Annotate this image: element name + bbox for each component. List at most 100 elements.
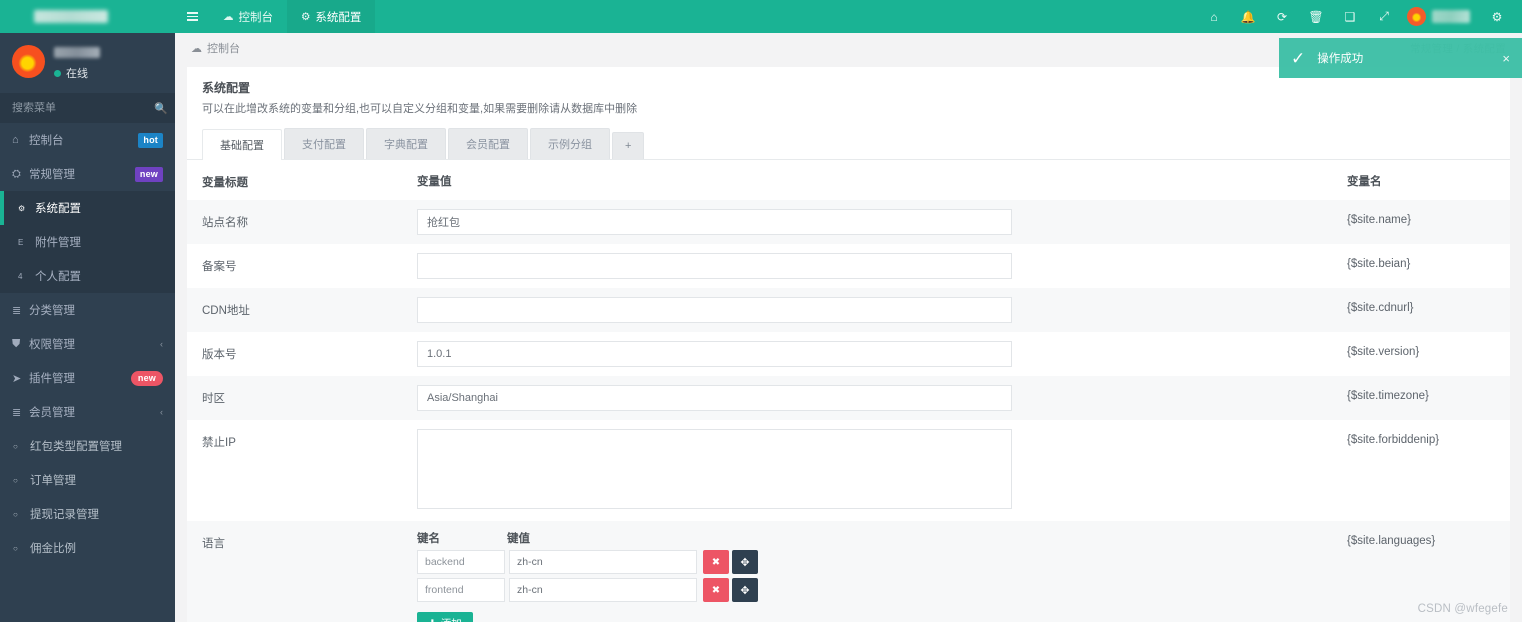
language-value-input-0[interactable] bbox=[509, 550, 697, 574]
delete-row-button-0[interactable]: ✖ bbox=[703, 550, 729, 574]
move-row-button-0[interactable]: ✥ bbox=[732, 550, 758, 574]
sidebar-item-11[interactable]: ○提现记录管理 bbox=[0, 497, 175, 531]
sidebar-item-12[interactable]: ○佣金比例 bbox=[0, 531, 175, 565]
sidebar-item-label: 个人配置 bbox=[35, 268, 163, 284]
sidebar-badge-hot: hot bbox=[138, 133, 163, 148]
delete-row-button-1[interactable]: ✖ bbox=[703, 578, 729, 602]
table-row: CDN地址{$site.cdnurl} bbox=[187, 288, 1510, 332]
sidebar-item-5[interactable]: ≣分类管理 bbox=[0, 293, 175, 327]
plus-icon: ✚ bbox=[428, 618, 437, 622]
sidebar-item-7[interactable]: ➤插件管理new bbox=[0, 361, 175, 395]
config-group-tabs: 基础配置支付配置字典配置会员配置示例分组+ bbox=[187, 122, 1510, 160]
sidebar-profile[interactable]: 在线 bbox=[0, 33, 175, 91]
table-header-row: 变量标题 变量值 变量名 bbox=[187, 160, 1510, 200]
table-header: 变量标题 变量值 变量名 bbox=[187, 160, 1510, 200]
sidebar-item-6[interactable]: ⛊权限管理‹ bbox=[0, 327, 175, 361]
watermark: CSDN @wfegefe bbox=[1418, 603, 1508, 615]
sidebar-item-8[interactable]: ≣会员管理‹ bbox=[0, 395, 175, 429]
hamburger-menu-icon bbox=[187, 12, 198, 21]
home-icon[interactable]: ⌂ bbox=[1197, 0, 1231, 33]
profile-name-blurred bbox=[54, 47, 100, 58]
config-tab-1[interactable]: 支付配置 bbox=[284, 128, 364, 159]
dashboard-icon: ☁ bbox=[191, 42, 202, 55]
config-tab-4[interactable]: 示例分组 bbox=[530, 128, 610, 159]
gear-icon: ⚙ bbox=[301, 11, 310, 23]
field-4[interactable] bbox=[417, 385, 1012, 411]
trash-icon[interactable]: 🗑 bbox=[1299, 0, 1333, 33]
settings-gear-icon[interactable]: ⚙ bbox=[1480, 0, 1514, 33]
move-icon: ✥ bbox=[740, 556, 749, 569]
sidebar-item-label: 控制台 bbox=[29, 132, 138, 148]
sidebar-item-2[interactable]: ⚙系统配置 bbox=[0, 191, 175, 225]
chevron-left-icon: ‹ bbox=[160, 407, 163, 417]
header-variable-name: 变量名 bbox=[1332, 160, 1510, 200]
config-tab-2[interactable]: 字典配置 bbox=[366, 128, 446, 159]
nav-tab-console[interactable]: ☁ 控制台 bbox=[209, 0, 287, 33]
fullscreen-icon[interactable]: ⤢ bbox=[1367, 0, 1401, 33]
row-value-cell bbox=[402, 244, 1332, 288]
search-input[interactable] bbox=[12, 102, 154, 114]
profile-avatar[interactable] bbox=[12, 45, 45, 78]
table-row-languages: 语言键名键值✖✥✖✥✚添加{$site.languages} bbox=[187, 521, 1510, 622]
online-dot-icon bbox=[54, 70, 61, 77]
header-variable-title: 变量标题 bbox=[187, 160, 402, 200]
cog-icon: ⚙ bbox=[18, 204, 35, 213]
list-icon: ≣ bbox=[12, 304, 29, 317]
sidebar-menu: ⌂控制台hot⛭常规管理new⚙系统配置὜E附件管理὆4个人配置≣分类管理⛊权限… bbox=[0, 123, 175, 565]
sidebar-item-label: 佣金比例 bbox=[30, 540, 163, 556]
home-icon: ⌂ bbox=[12, 134, 29, 146]
nav-tab-system-config-label: 系统配置 bbox=[315, 9, 361, 25]
sidebar-item-0[interactable]: ⌂控制台hot bbox=[0, 123, 175, 157]
admin-page: ☁ 控制台 ⚙ 系统配置 ⌂ 🔔 ⟳ 🗑 ❑ ⤢ ⚙ bbox=[0, 0, 1522, 622]
search-icon[interactable]: 🔍 bbox=[154, 102, 168, 115]
language-row: ✖✥ bbox=[417, 578, 1317, 602]
profile-status: 在线 bbox=[54, 65, 100, 81]
add-group-tab-button[interactable]: + bbox=[612, 132, 644, 159]
bell-icon[interactable]: 🔔 bbox=[1231, 0, 1265, 33]
page-description: 可以在此增改系统的变量和分组,也可以自定义分组和变量,如果需要删除请从数据库中删… bbox=[202, 100, 1495, 116]
profile-meta: 在线 bbox=[54, 45, 100, 81]
sidebar-item-1[interactable]: ⛭常规管理new bbox=[0, 157, 175, 191]
close-icon[interactable]: × bbox=[1502, 51, 1510, 66]
nav-tab-system-config[interactable]: ⚙ 系统配置 bbox=[287, 0, 375, 33]
sidebar-toggle-button[interactable] bbox=[175, 0, 209, 33]
sidebar-item-4[interactable]: ὆4个人配置 bbox=[0, 259, 175, 293]
add-language-button[interactable]: ✚添加 bbox=[417, 612, 473, 622]
row-variable-name: {$site.beian} bbox=[1332, 244, 1510, 288]
config-tab-0[interactable]: 基础配置 bbox=[202, 129, 282, 160]
sidebar-item-9[interactable]: ○红包类型配置管理 bbox=[0, 429, 175, 463]
move-row-button-1[interactable]: ✥ bbox=[732, 578, 758, 602]
field-5[interactable] bbox=[417, 429, 1012, 509]
language-value-input-1[interactable] bbox=[509, 578, 697, 602]
sidebar-item-3[interactable]: ὜E附件管理 bbox=[0, 225, 175, 259]
sidebar-item-label: 附件管理 bbox=[35, 234, 163, 250]
brand-logo[interactable] bbox=[0, 0, 175, 33]
config-form-table: 变量标题 变量值 变量名 站点名称{$site.name}备案号{$site.b… bbox=[187, 160, 1510, 622]
copy-icon[interactable]: ❑ bbox=[1333, 0, 1367, 33]
refresh-icon[interactable]: ⟳ bbox=[1265, 0, 1299, 33]
kv-value-header: 键值 bbox=[507, 530, 530, 546]
field-2[interactable] bbox=[417, 297, 1012, 323]
language-row: ✖✥ bbox=[417, 550, 1317, 574]
row-variable-name: {$site.version} bbox=[1332, 332, 1510, 376]
avatar[interactable] bbox=[1407, 7, 1426, 26]
sidebar-search[interactable]: 🔍 bbox=[0, 93, 175, 123]
row-value-cell bbox=[402, 288, 1332, 332]
field-1[interactable] bbox=[417, 253, 1012, 279]
sidebar-item-10[interactable]: ○订单管理 bbox=[0, 463, 175, 497]
circle-icon: ○ bbox=[13, 510, 30, 519]
dashboard-icon: ☁ bbox=[223, 11, 234, 23]
field-3[interactable] bbox=[417, 341, 1012, 367]
row-value-cell bbox=[402, 200, 1332, 244]
content-area: ☁ 控制台 常规管理 / 系统配置 系统配置 可以在此增改系统的变量和分组,也可… bbox=[175, 33, 1522, 622]
field-0[interactable] bbox=[417, 209, 1012, 235]
languages-editor: 键名键值✖✥✖✥✚添加 bbox=[402, 521, 1332, 622]
row-label: 备案号 bbox=[187, 244, 402, 288]
languages-label: 语言 bbox=[187, 521, 402, 622]
config-tab-3[interactable]: 会员配置 bbox=[448, 128, 528, 159]
brand-logo-text-blurred bbox=[34, 10, 108, 23]
language-key-input-1[interactable] bbox=[417, 578, 505, 602]
language-key-input-0[interactable] bbox=[417, 550, 505, 574]
table-row: 禁止IP{$site.forbiddenip} bbox=[187, 420, 1510, 521]
success-toast: ✓ 操作成功 × bbox=[1279, 38, 1522, 78]
